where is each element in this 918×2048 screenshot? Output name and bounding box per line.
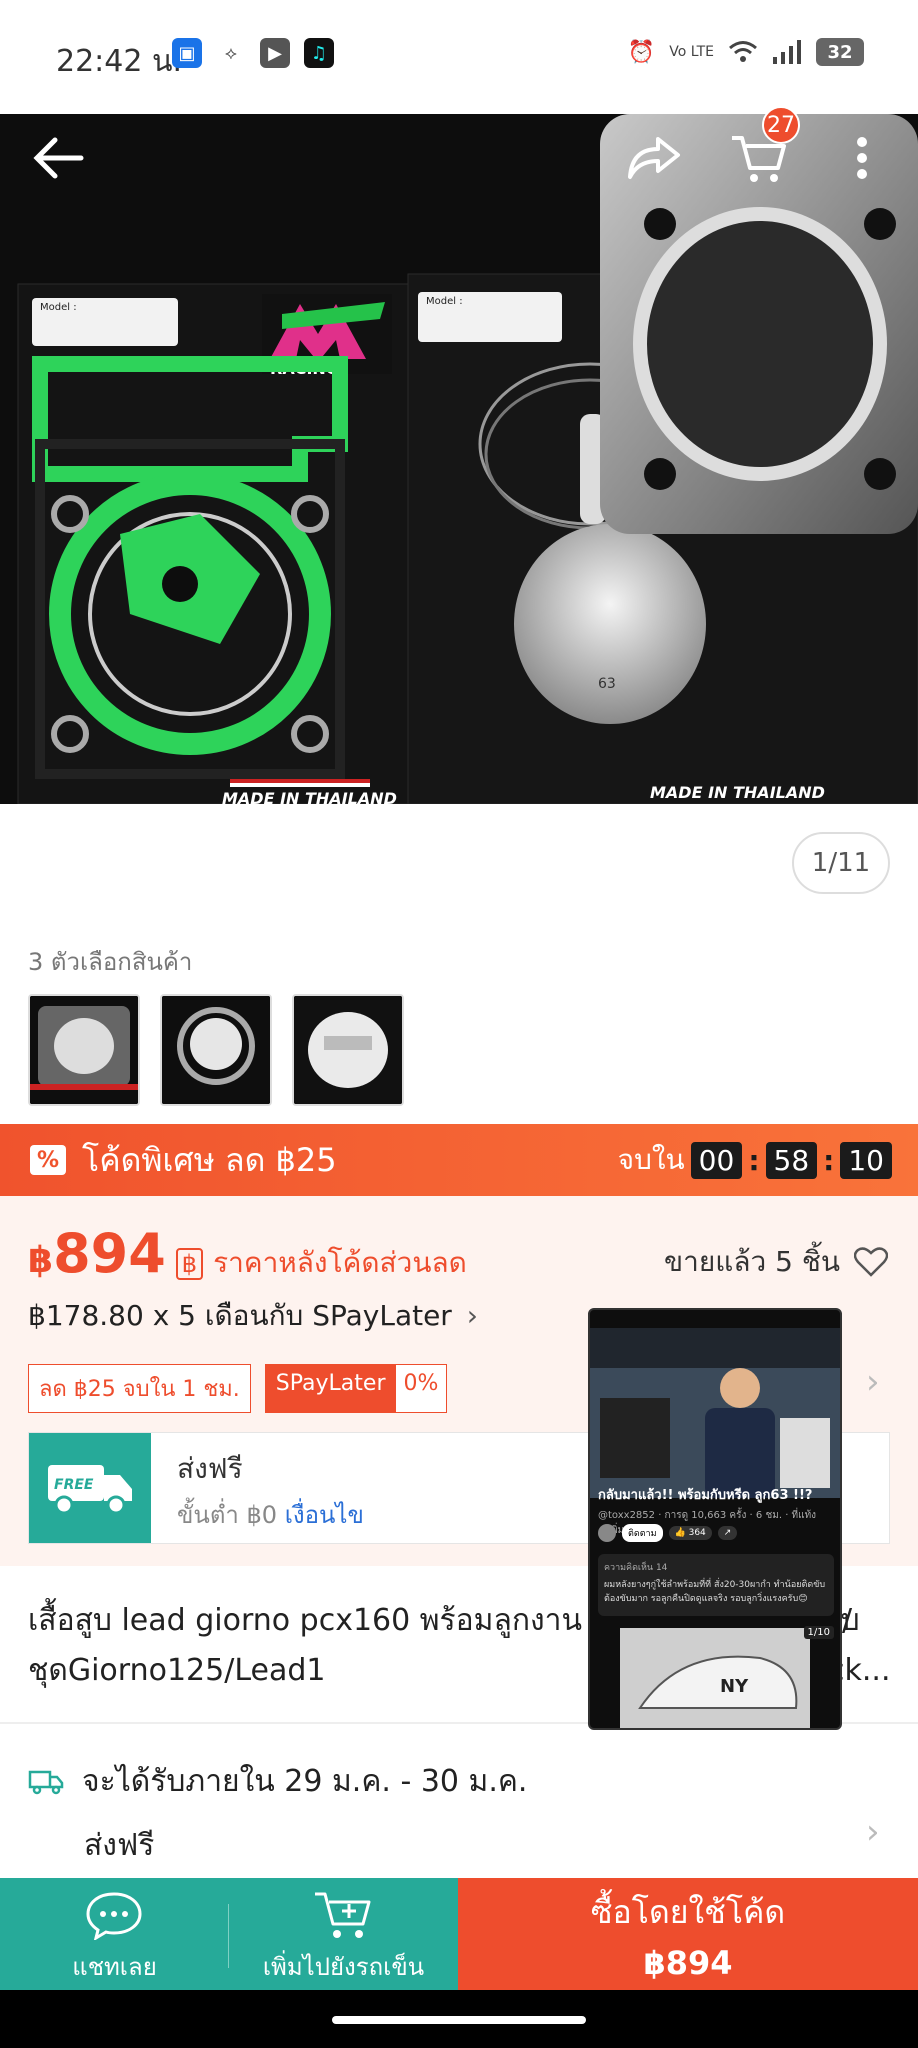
discount-tag-icon: ฿ bbox=[175, 1248, 204, 1280]
battery-indicator: 32 bbox=[816, 38, 864, 66]
home-indicator[interactable] bbox=[332, 2016, 586, 2024]
video-actions: ติดตาม 👍 364 ↗ bbox=[598, 1524, 738, 1542]
delivery-estimate[interactable]: จะได้รับภายใน 29 ม.ค. - 30 ม.ค. bbox=[28, 1758, 527, 1805]
price-chips: ลด ฿25 จบใน 1 ชม. SPayLater 0% bbox=[28, 1364, 448, 1413]
svg-text:Model :: Model : bbox=[40, 302, 77, 313]
chevron-right-icon[interactable]: › bbox=[866, 1362, 880, 1402]
product-image-carousel[interactable]: Model : Model : RACING 63 MADE IN THAILA… bbox=[0, 114, 918, 804]
channel-avatar bbox=[598, 1524, 616, 1542]
promo-code-banner[interactable]: % โค้ดพิเศษ ลด ฿25 จบใน 00 : 58 : 10 bbox=[0, 1124, 918, 1196]
subscribe-button[interactable]: ติดตาม bbox=[622, 1524, 663, 1542]
like-button[interactable]: 👍 364 bbox=[668, 1526, 712, 1540]
countdown-seconds: 10 bbox=[840, 1141, 892, 1179]
status-app-icons: ▣ ⟡ ▶ ♫ bbox=[172, 38, 334, 68]
svg-text:MADE IN THAILAND: MADE IN THAILAND bbox=[222, 789, 397, 804]
spaylater-chip-rate: 0% bbox=[395, 1365, 447, 1412]
alarm-icon: ⏰ bbox=[627, 39, 656, 65]
floating-video-player[interactable]: กลับมาแล้ว!! พร้อมกับหรีด ลูก63 !!? @tox… bbox=[588, 1308, 842, 1730]
add-to-cart-button[interactable]: เพิ่มไปยังรถเข็น bbox=[229, 1878, 458, 1990]
app-sound-icon: ♫ bbox=[304, 38, 334, 68]
promo-countdown: จบใน 00 : 58 : 10 bbox=[618, 1138, 892, 1182]
variant-thumb-1[interactable] bbox=[28, 994, 140, 1106]
svg-text:MADE IN THAILAND: MADE IN THAILAND bbox=[650, 783, 825, 802]
svg-text:63: 63 bbox=[598, 676, 616, 692]
installment-text: ฿178.80 x 5 เดือนกับ SPayLater bbox=[28, 1299, 452, 1332]
cart-count-badge: 27 bbox=[762, 106, 800, 144]
signal-icon bbox=[772, 36, 802, 68]
bottom-action-bar: แชทเลย เพิ่มไปยังรถเข็น ซื้อโดยใช้โค้ด ฿… bbox=[0, 1878, 918, 1990]
add-cart-label: เพิ่มไปยังรถเข็น bbox=[262, 1953, 425, 1981]
video-title: กลับมาแล้ว!! พร้อมกับหรีด ลูก63 !!? bbox=[598, 1488, 813, 1503]
add-cart-icon bbox=[315, 1892, 371, 1938]
spaylater-chip-label: SPayLater bbox=[265, 1365, 396, 1412]
svg-text:Model :: Model : bbox=[426, 296, 463, 307]
sold-count-row: ขายแล้ว 5 ชิ้น bbox=[664, 1240, 888, 1284]
price-row: ฿ 894 ฿ ราคาหลังโค้ดส่วนลด bbox=[28, 1222, 467, 1285]
video-counter: 1/10 bbox=[803, 1626, 834, 1639]
product-title-trail: / bbox=[842, 1603, 853, 1638]
sold-count: ขายแล้ว 5 ชิ้น bbox=[664, 1245, 840, 1278]
variant-thumbnails bbox=[28, 994, 404, 1106]
shipping-title: ส่งฟรี bbox=[177, 1452, 243, 1485]
status-time: 22:42 น. bbox=[56, 44, 183, 79]
share-button[interactable] bbox=[614, 118, 694, 198]
video-thumbnail bbox=[590, 1328, 840, 1498]
shipping-subtitle: ขั้นต่ำ ฿0 เงื่อนไข bbox=[177, 1501, 364, 1529]
chat-button[interactable]: แชทเลย bbox=[0, 1878, 229, 1990]
price-note: ราคาหลังโค้ดส่วนลด bbox=[213, 1246, 467, 1279]
back-button[interactable] bbox=[18, 118, 98, 198]
next-video-thumbnail: NY bbox=[620, 1628, 810, 1728]
status-bar: 22:42 น. ▣ ⟡ ▶ ♫ ⏰ Vo LTE 32 bbox=[0, 0, 918, 114]
variants-label: 3 ตัวเลือกสินค้า bbox=[28, 948, 193, 976]
delivery-free-shipping: ส่งฟรี bbox=[84, 1828, 155, 1863]
countdown-minutes: 58 bbox=[765, 1141, 818, 1179]
countdown-label: จบใน bbox=[617, 1143, 685, 1176]
installment-info[interactable]: ฿178.80 x 5 เดือนกับ SPayLater › bbox=[28, 1294, 478, 1338]
buy-with-code-button[interactable]: ซื้อโดยใช้โค้ด ฿894 bbox=[458, 1878, 918, 1990]
free-shipping-truck-icon: FREE bbox=[29, 1433, 151, 1543]
more-options-button[interactable] bbox=[822, 118, 902, 198]
delivery-text: จะได้รับภายใน 29 ม.ค. - 30 ม.ค. bbox=[82, 1764, 528, 1799]
comment-text: ผมหลังยางๆกู่ใช้ลำพร้อมที่ที่ สั่ง20-30ผ… bbox=[604, 1580, 826, 1604]
share-video-icon[interactable]: ↗ bbox=[717, 1526, 738, 1540]
image-pager: 1/11 bbox=[792, 832, 890, 894]
chevron-right-icon[interactable]: › bbox=[866, 1812, 880, 1852]
video-comments-preview: ความคิดเห็น 14 ผมหลังยางๆกู่ใช้ลำพร้อมที… bbox=[598, 1554, 834, 1616]
app-notification-icon: ▣ bbox=[172, 38, 202, 68]
app-diamond-icon: ⟡ bbox=[225, 42, 237, 64]
shipping-conditions-link[interactable]: เงื่อนไข bbox=[285, 1501, 364, 1529]
chat-bubble-icon bbox=[86, 1892, 142, 1940]
chat-label: แชทเลย bbox=[72, 1953, 157, 1981]
coupon-icon: % bbox=[30, 1145, 66, 1175]
price-amount: 894 bbox=[53, 1222, 166, 1285]
app-media-icon: ▶ bbox=[260, 38, 290, 68]
variant-thumb-3[interactable] bbox=[292, 994, 404, 1106]
product-photo: Model : Model : RACING 63 MADE IN THAILA… bbox=[0, 114, 918, 804]
svg-text:FREE: FREE bbox=[54, 1477, 94, 1493]
wifi-icon bbox=[728, 36, 758, 68]
variant-thumb-2[interactable] bbox=[160, 994, 272, 1106]
discount-chip: ลด ฿25 จบใน 1 ชม. bbox=[28, 1364, 251, 1413]
buy-price: ฿894 bbox=[643, 1943, 733, 1982]
volte-icon: Vo LTE bbox=[669, 44, 714, 60]
more-vertical-icon bbox=[857, 137, 867, 179]
share-icon bbox=[628, 137, 680, 179]
status-indicators: ⏰ Vo LTE 32 bbox=[628, 36, 864, 68]
buy-label: ซื้อโดยใช้โค้ด bbox=[590, 1892, 786, 1931]
delivery-truck-icon bbox=[28, 1770, 64, 1794]
chevron-right-icon: › bbox=[466, 1299, 478, 1332]
price-currency: ฿ bbox=[28, 1240, 54, 1281]
heart-icon[interactable] bbox=[854, 1247, 888, 1277]
countdown-hours: 00 bbox=[690, 1141, 743, 1179]
promo-text: โค้ดพิเศษ ลด ฿25 bbox=[82, 1140, 337, 1179]
arrow-left-icon bbox=[33, 137, 84, 179]
comments-label: ความคิดเห็น 14 bbox=[604, 1563, 668, 1573]
svg-text:NY: NY bbox=[720, 1676, 749, 1697]
spaylater-chip: SPayLater 0% bbox=[264, 1364, 448, 1413]
